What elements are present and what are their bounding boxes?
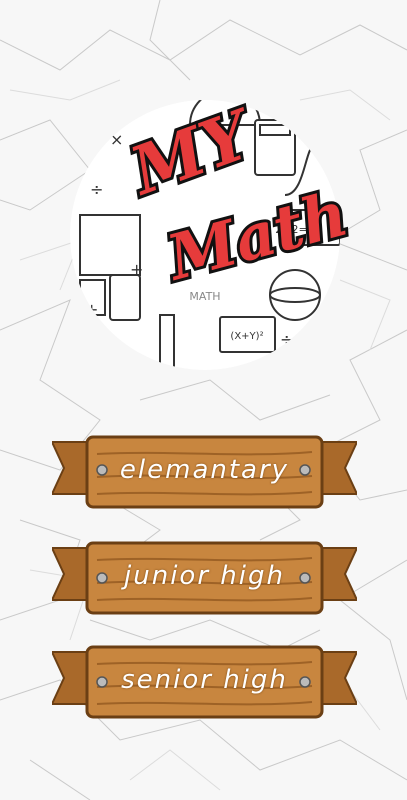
book-icon [79, 279, 106, 316]
small-calculator-icon [109, 274, 141, 321]
senior-high-button[interactable]: senior high [52, 642, 357, 722]
math-word-text: MATH [189, 290, 220, 303]
svg-text:+: + [130, 260, 143, 279]
sphere-icon [269, 269, 321, 321]
senior-high-label: senior high [121, 665, 288, 695]
svg-text:÷: ÷ [280, 330, 293, 349]
ruler-icon [159, 314, 175, 370]
expression-text: (X+Y)² [230, 331, 263, 342]
elementary-label: elemantary [119, 455, 290, 485]
svg-text:÷: ÷ [90, 180, 103, 199]
junior-high-label: junior high [124, 561, 285, 591]
junior-high-button[interactable]: junior high [52, 538, 357, 618]
svg-text:+: + [85, 300, 98, 319]
elementary-button[interactable]: elemantary [52, 432, 357, 512]
app-logo: × ÷ + + ÷ 2+2=4 (X+Y)² MATH MY Math [70, 91, 350, 370]
